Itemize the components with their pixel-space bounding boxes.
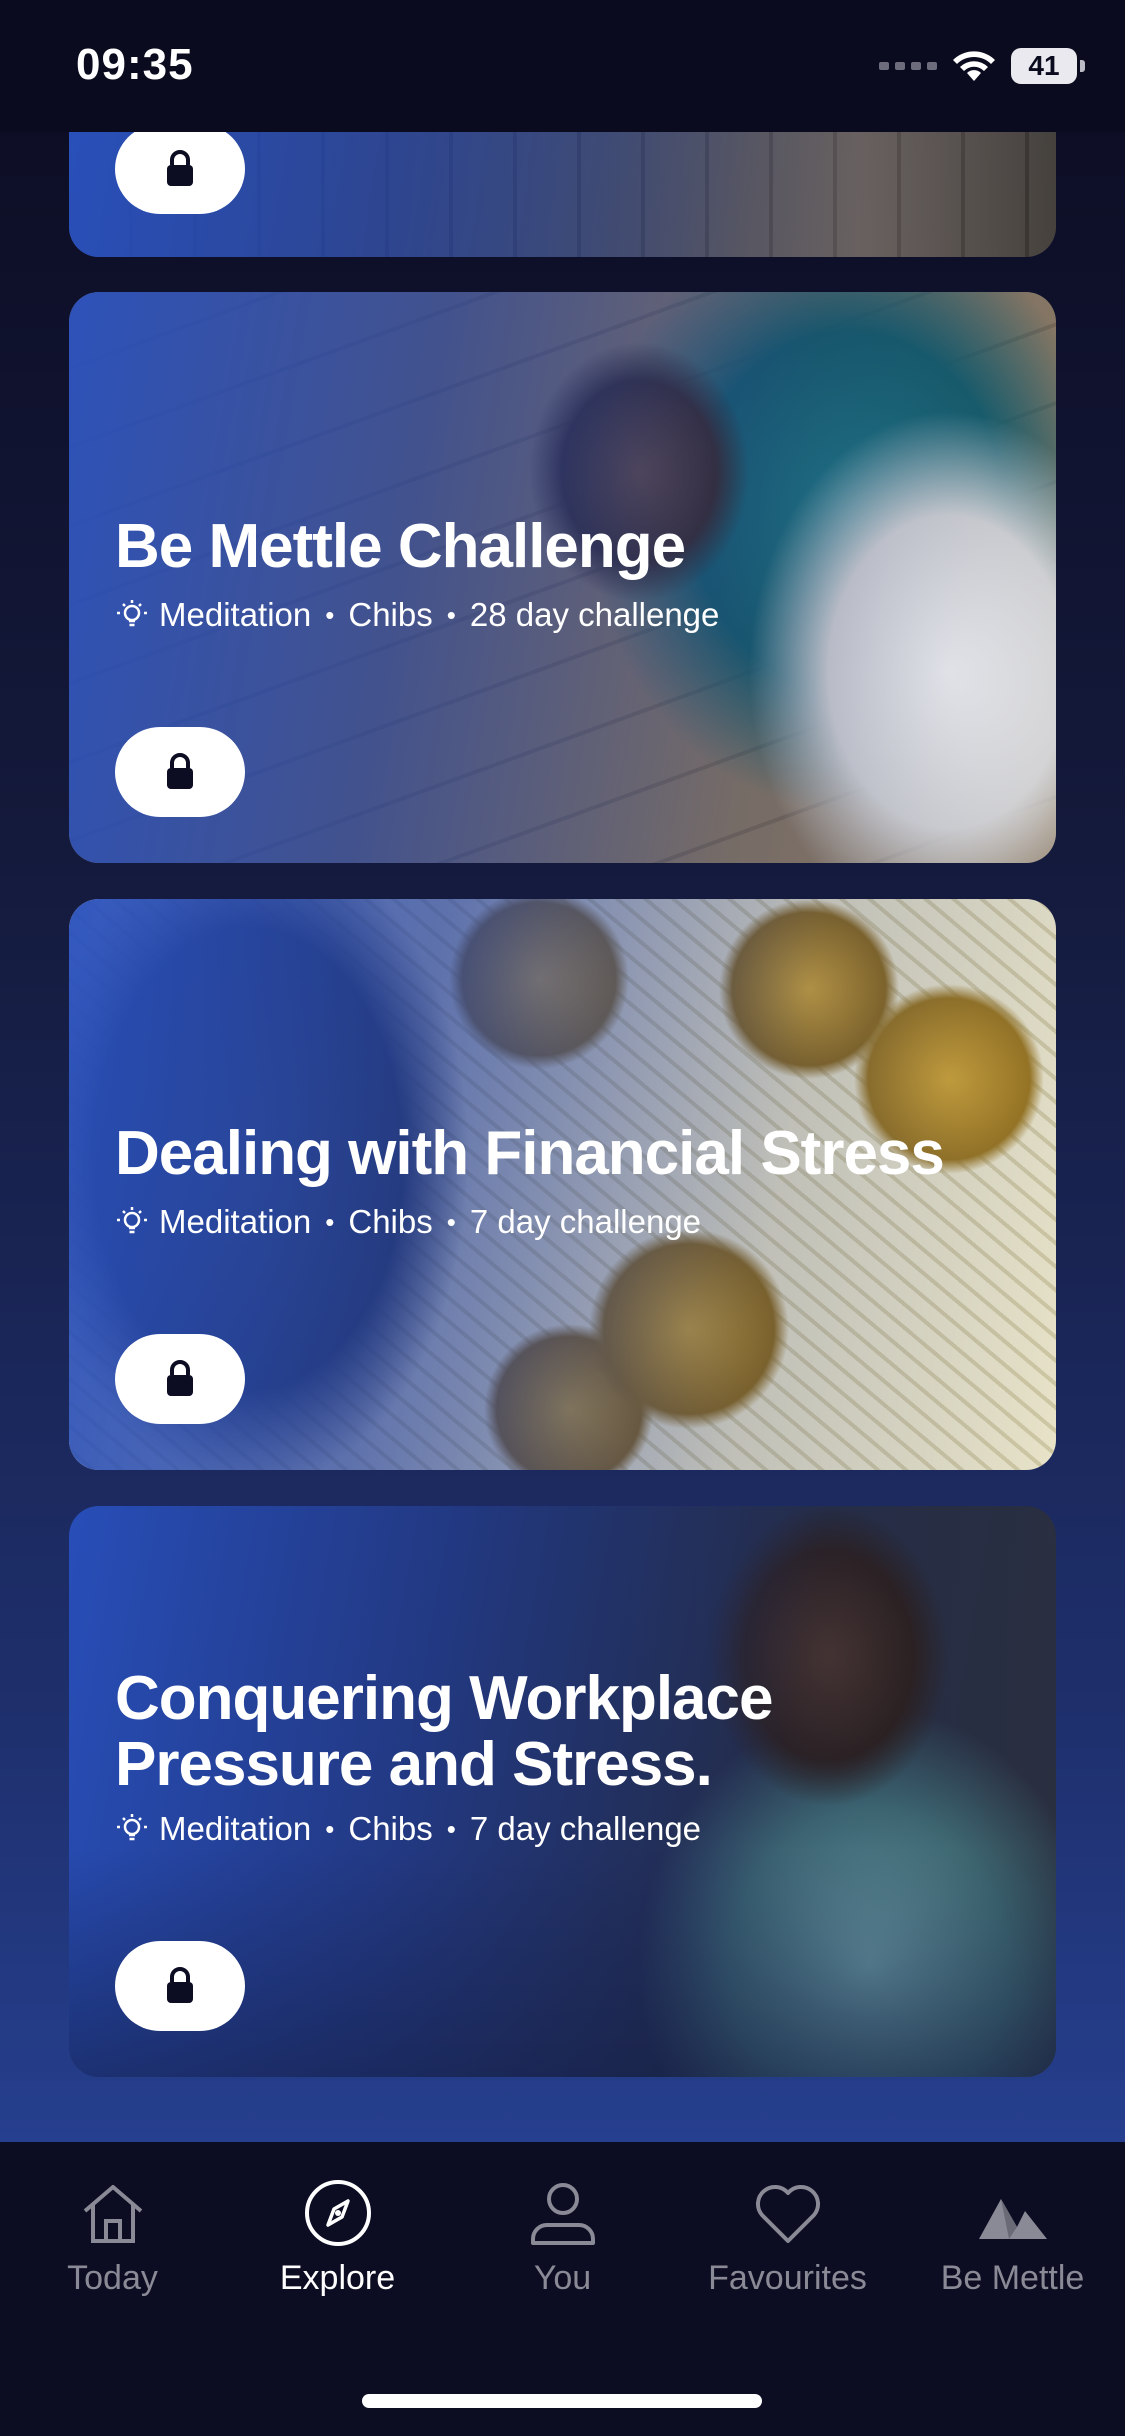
tab-bar: Today Explore You Favourites Be Mettle — [0, 2142, 1125, 2436]
status-bar: 09:35 41 — [0, 0, 1125, 132]
cellular-signal-icon — [879, 62, 937, 70]
tab-label: Today — [67, 2259, 158, 2297]
compass-icon — [304, 2180, 371, 2246]
lock-icon — [167, 1967, 193, 2003]
home-indicator[interactable] — [362, 2394, 762, 2408]
tab-you[interactable]: You — [450, 2177, 675, 2298]
card-meta: Meditation • Chibs • 7 day challenge — [115, 1810, 701, 1848]
lock-icon — [167, 150, 193, 186]
meta-separator: • — [325, 1813, 335, 1844]
status-icons: 41 — [879, 48, 1085, 84]
tab-explore[interactable]: Explore — [225, 2177, 450, 2298]
tab-favourites[interactable]: Favourites — [675, 2177, 900, 2298]
card-title-line: Conquering Workplace — [115, 1664, 773, 1733]
person-icon — [530, 2183, 595, 2245]
lock-icon — [167, 1360, 193, 1396]
card-title: Dealing with Financial Stress — [115, 1119, 945, 1188]
card-duration: 28 day challenge — [469, 596, 720, 633]
course-card[interactable]: Be Mettle Challenge Meditation • Chibs •… — [69, 292, 1056, 863]
card-meta: Meditation • Chibs • 28 day challenge — [115, 596, 719, 634]
meta-separator: • — [446, 1206, 456, 1237]
tab-label: Be Mettle — [940, 2259, 1085, 2297]
card-author: Chibs — [348, 1810, 433, 1847]
meta-separator: • — [325, 599, 335, 630]
card-author: Chibs — [348, 596, 433, 633]
mountain-icon — [978, 2199, 1047, 2239]
heart-icon — [755, 2185, 820, 2243]
tab-label: You — [533, 2259, 592, 2297]
course-card[interactable]: Dealing with Financial Stress Meditation… — [69, 899, 1056, 1470]
card-type: Meditation — [159, 596, 312, 633]
card-type: Meditation — [159, 1203, 312, 1240]
card-duration: 7 day challenge — [469, 1810, 702, 1847]
meta-separator: • — [446, 1813, 456, 1844]
card-title-line: Pressure and Stress. — [115, 1730, 713, 1799]
battery-icon: 41 — [1011, 48, 1085, 84]
course-card[interactable]: Conquering Workplace Pressure and Stress… — [69, 1506, 1056, 2077]
card-meta: Meditation • Chibs • 7 day challenge — [115, 1203, 701, 1241]
card-type: Meditation — [159, 1810, 312, 1847]
lock-button[interactable] — [115, 124, 245, 214]
tab-today[interactable]: Today — [0, 2177, 225, 2298]
card-duration: 7 day challenge — [469, 1203, 702, 1240]
card-title: Be Mettle Challenge — [115, 512, 686, 581]
status-time: 09:35 — [76, 40, 194, 89]
lightbulb-icon — [117, 1814, 147, 1841]
tab-label: Favourites — [708, 2259, 867, 2297]
lightbulb-icon — [117, 600, 147, 627]
home-icon — [83, 2185, 142, 2243]
meta-separator: • — [446, 599, 456, 630]
lock-icon — [167, 753, 193, 789]
tab-be-mettle[interactable]: Be Mettle — [900, 2177, 1125, 2298]
lock-button[interactable] — [115, 1941, 245, 2031]
card-title: Conquering Workplace Pressure and Stress… — [115, 1666, 773, 1798]
wifi-icon — [953, 51, 995, 81]
lock-button[interactable] — [115, 1334, 245, 1424]
card-author: Chibs — [348, 1203, 433, 1240]
meta-separator: • — [325, 1206, 335, 1237]
lock-button[interactable] — [115, 727, 245, 817]
lightbulb-icon — [117, 1207, 147, 1234]
tab-label: Explore — [279, 2259, 396, 2297]
